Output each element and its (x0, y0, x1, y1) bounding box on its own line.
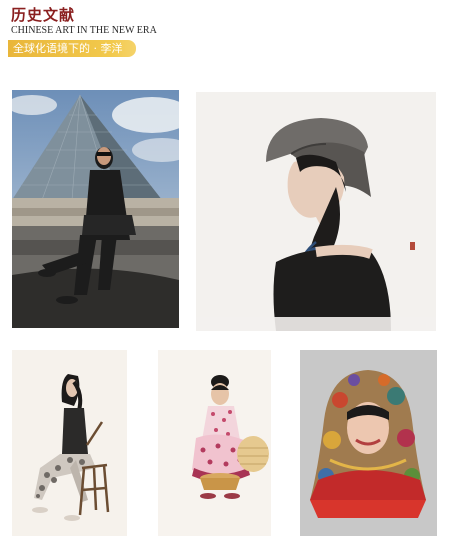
painting-girl-pink-dress (158, 350, 271, 536)
section-title: 历史文献 (11, 6, 76, 24)
topic-tag: 全球化语境下的 · 李洋 (8, 40, 136, 57)
page-header: 历史文献 CHINESE ART IN THE NEW ERA (11, 6, 157, 37)
section-subtitle-en: CHINESE ART IN THE NEW ERA (11, 25, 157, 36)
painting-woman-in-hat (196, 92, 436, 331)
artist-photo (12, 90, 179, 328)
topic-tag-label: 全球化语境下的 · 李洋 (13, 42, 123, 55)
painting-woman-headscarf (300, 350, 437, 536)
painting-seated-woman-chair (12, 350, 127, 536)
